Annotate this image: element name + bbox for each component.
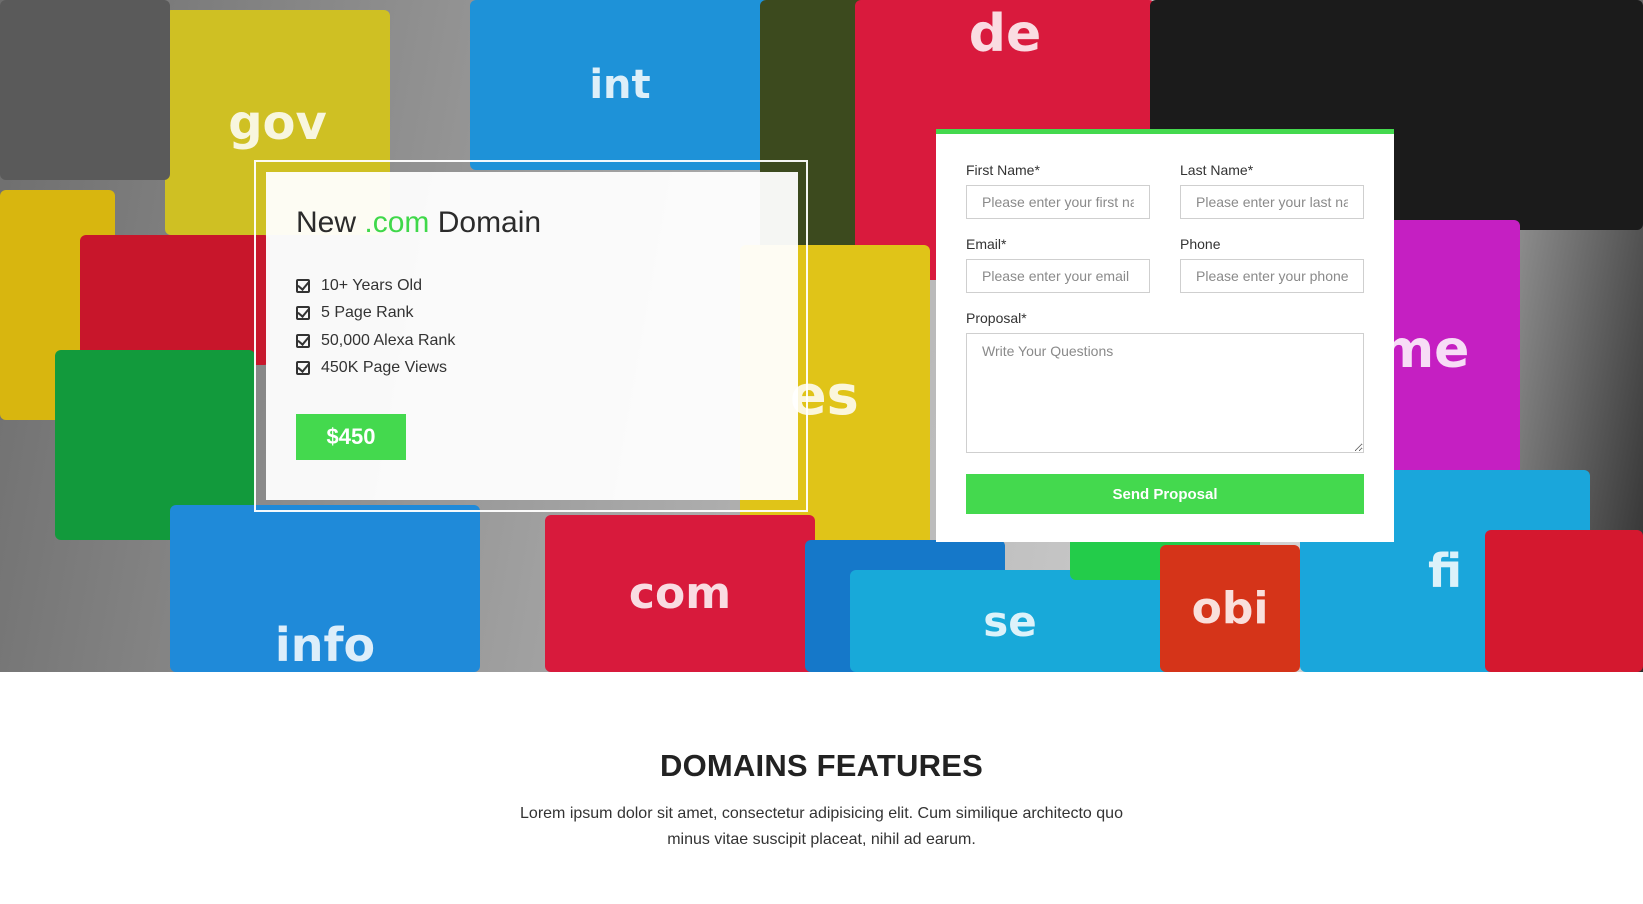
price-button[interactable]: $450: [296, 414, 406, 460]
check-square-icon: [296, 278, 310, 293]
email-group: Email*: [966, 236, 1150, 293]
proposal-label: Proposal*: [966, 310, 1027, 326]
first-name-group: First Name*: [966, 162, 1150, 219]
cube-label: info: [274, 618, 376, 672]
feature-text: 10+ Years Old: [321, 276, 422, 294]
check-square-icon: [296, 361, 310, 376]
bg-cube: info: [170, 505, 480, 672]
list-item: 50,000 Alexa Rank: [296, 327, 768, 355]
cube-label: fi: [1427, 544, 1463, 598]
bg-cube: obi: [1160, 545, 1300, 672]
email-label: Email*: [966, 236, 1007, 252]
domain-feature-list: 10+ Years Old 5 Page Rank 50,000 Alexa R…: [296, 272, 768, 382]
phone-field[interactable]: [1180, 259, 1364, 293]
bg-cube: me: [1380, 220, 1520, 480]
feature-text: 5 Page Rank: [321, 304, 414, 322]
check-square-icon: [296, 306, 310, 321]
email-field[interactable]: [966, 259, 1150, 293]
bg-cube: int: [470, 0, 770, 170]
domain-title-tld: .com: [364, 206, 430, 239]
bg-cube: se: [850, 570, 1170, 672]
proposal-form: First Name* Last Name* Email* Phone Prop…: [936, 129, 1394, 542]
last-name-label: Last Name*: [1180, 162, 1254, 178]
feature-text: 50,000 Alexa Rank: [321, 331, 456, 349]
domain-title-suffix: Domain: [437, 206, 542, 239]
bg-cube: com: [545, 515, 815, 672]
list-item: 10+ Years Old: [296, 272, 768, 300]
last-name-field[interactable]: [1180, 185, 1364, 219]
domain-title: New .com Domain: [296, 206, 768, 240]
cube-label: se: [983, 596, 1037, 646]
feature-text: 450K Page Views: [321, 359, 448, 377]
domain-title-prefix: New: [296, 206, 357, 239]
bg-cube: [0, 0, 170, 180]
domain-card: New .com Domain 10+ Years Old 5 Page Ran…: [266, 172, 798, 500]
cube-label: gov: [228, 94, 327, 151]
name-row: First Name* Last Name*: [966, 162, 1364, 219]
proposal-group: Proposal*: [966, 310, 1364, 458]
phone-group: Phone: [1180, 236, 1364, 293]
check-square-icon: [296, 333, 310, 348]
contact-row: Email* Phone: [966, 236, 1364, 293]
section-title: DOMAINS FEATURES: [660, 748, 983, 783]
cube-label: de: [968, 4, 1042, 64]
bg-cube: [80, 235, 270, 365]
section-description: Lorem ipsum dolor sit amet, consectetur …: [520, 805, 1123, 848]
cube-label: int: [589, 62, 651, 108]
first-name-field[interactable]: [966, 185, 1150, 219]
first-name-label: First Name*: [966, 162, 1040, 178]
last-name-group: Last Name*: [1180, 162, 1364, 219]
cube-label: com: [628, 568, 732, 619]
proposal-textarea[interactable]: [966, 333, 1364, 453]
send-proposal-button[interactable]: Send Proposal: [966, 474, 1364, 514]
phone-label: Phone: [1180, 236, 1221, 252]
hero-banner: gov int de me es info com se obi fi: [0, 0, 1643, 672]
list-item: 450K Page Views: [296, 355, 768, 383]
cube-label: obi: [1191, 583, 1269, 634]
list-item: 5 Page Rank: [296, 300, 768, 328]
bg-cube: [1485, 530, 1643, 672]
